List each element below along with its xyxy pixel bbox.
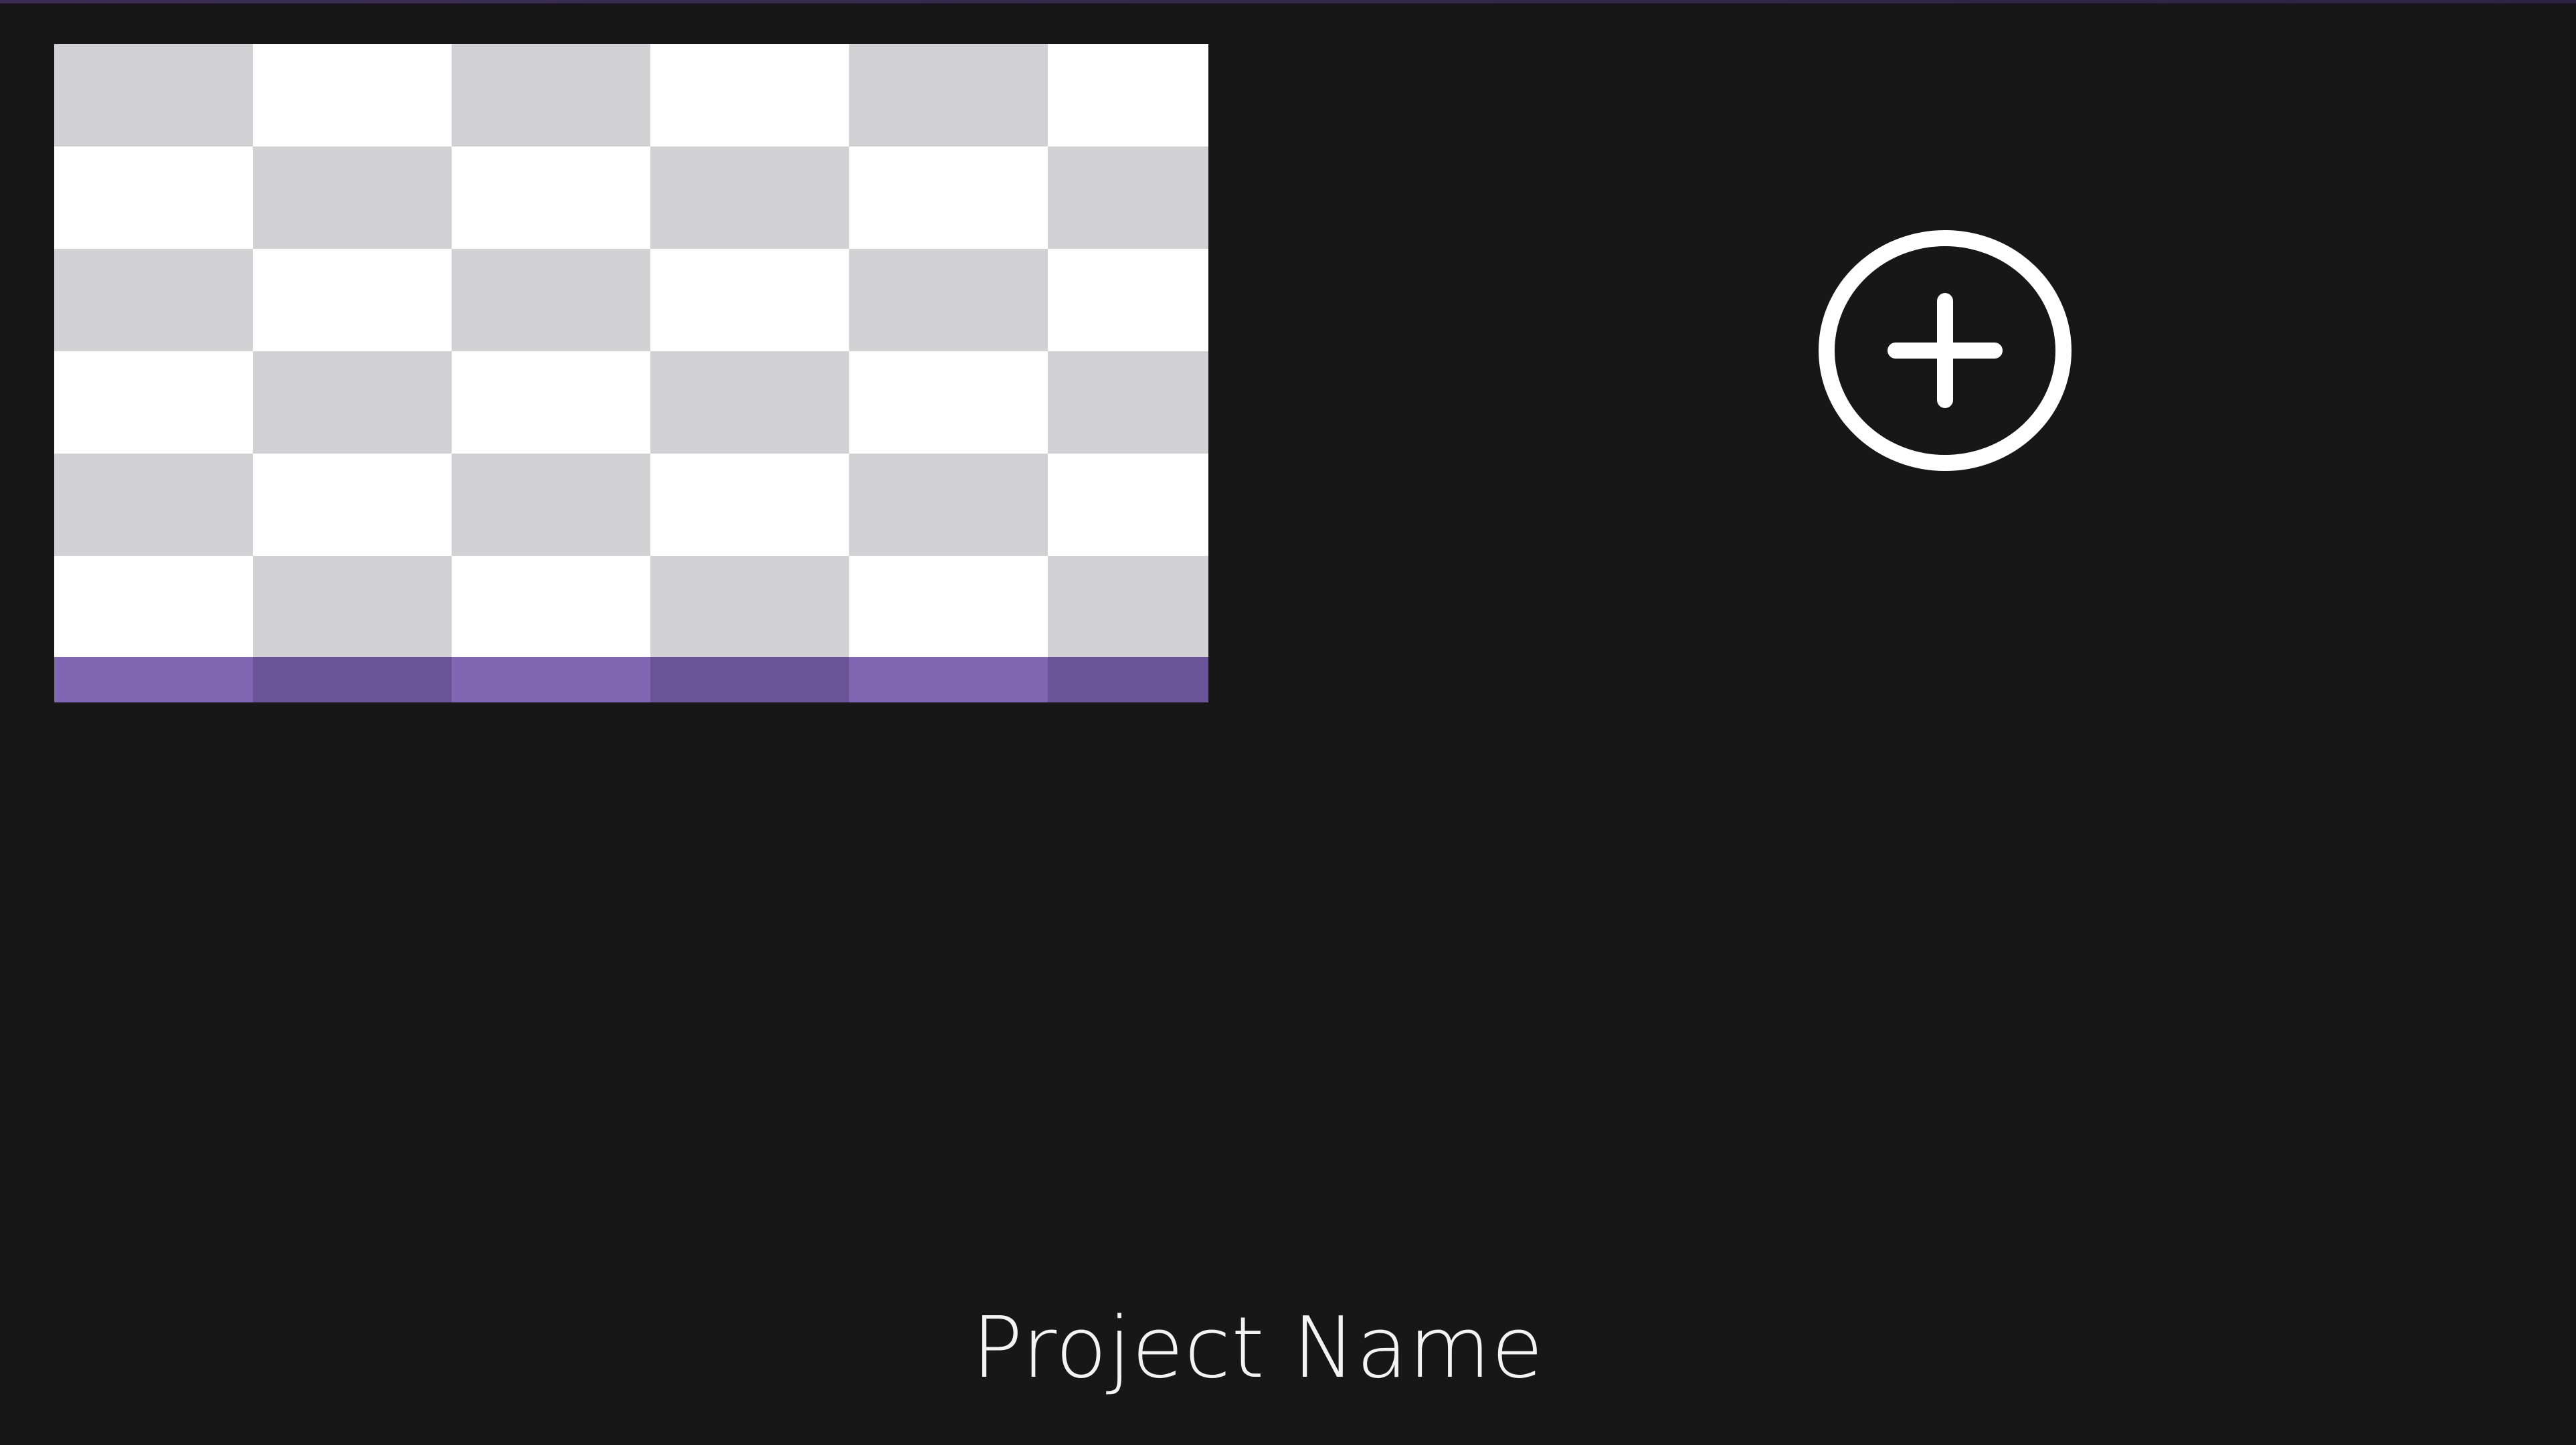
checker-cell [253, 454, 452, 556]
thumbnail-bar-segment [452, 657, 650, 702]
checker-cell [452, 351, 650, 454]
checker-cell [452, 249, 650, 351]
checker-cell [253, 249, 452, 351]
thumbnail-bar-segment [54, 657, 253, 702]
checker-cell [1048, 556, 1208, 658]
checker-cell [849, 454, 1048, 556]
checker-cell [650, 44, 849, 147]
checker-cell [253, 351, 452, 454]
checker-cell [253, 556, 452, 658]
checker-cell [54, 44, 253, 147]
checker-cell [849, 351, 1048, 454]
checker-cell [54, 454, 253, 556]
checker-cell [452, 44, 650, 147]
checker-cell [849, 249, 1048, 351]
plus-circle-icon [1819, 230, 2072, 471]
top-accent-line [0, 0, 2576, 3]
checker-cell [54, 556, 253, 658]
thumbnail-bar-segment [253, 657, 452, 702]
checker-cell [650, 556, 849, 658]
transparency-checkerboard [54, 44, 1208, 658]
checker-cell [1048, 147, 1208, 249]
checker-cell [1048, 454, 1208, 556]
checker-cell [1048, 44, 1208, 147]
checker-cell [54, 351, 253, 454]
project-thumbnail[interactable] [54, 44, 1208, 702]
checker-cell [253, 44, 452, 147]
add-project-button[interactable] [1818, 229, 2072, 472]
checker-cell [1048, 249, 1208, 351]
checker-cell [650, 147, 849, 249]
checker-cell [650, 351, 849, 454]
checker-cell [452, 556, 650, 658]
checker-cell [54, 147, 253, 249]
checker-cell [452, 454, 650, 556]
checker-cell [650, 454, 849, 556]
checker-cell [650, 249, 849, 351]
checker-cell [849, 556, 1048, 658]
checker-cell [1048, 351, 1208, 454]
checker-cell [54, 249, 253, 351]
thumbnail-accent-bar [54, 657, 1208, 702]
project-name-label: Project Name [972, 1298, 1544, 1397]
thumbnail-bar-segment [650, 657, 849, 702]
thumbnail-bar-segment [849, 657, 1048, 702]
checker-cell [849, 147, 1048, 249]
checker-cell [452, 147, 650, 249]
thumbnail-bar-segment [1048, 657, 1208, 702]
checker-cell [849, 44, 1048, 147]
checker-cell [253, 147, 452, 249]
